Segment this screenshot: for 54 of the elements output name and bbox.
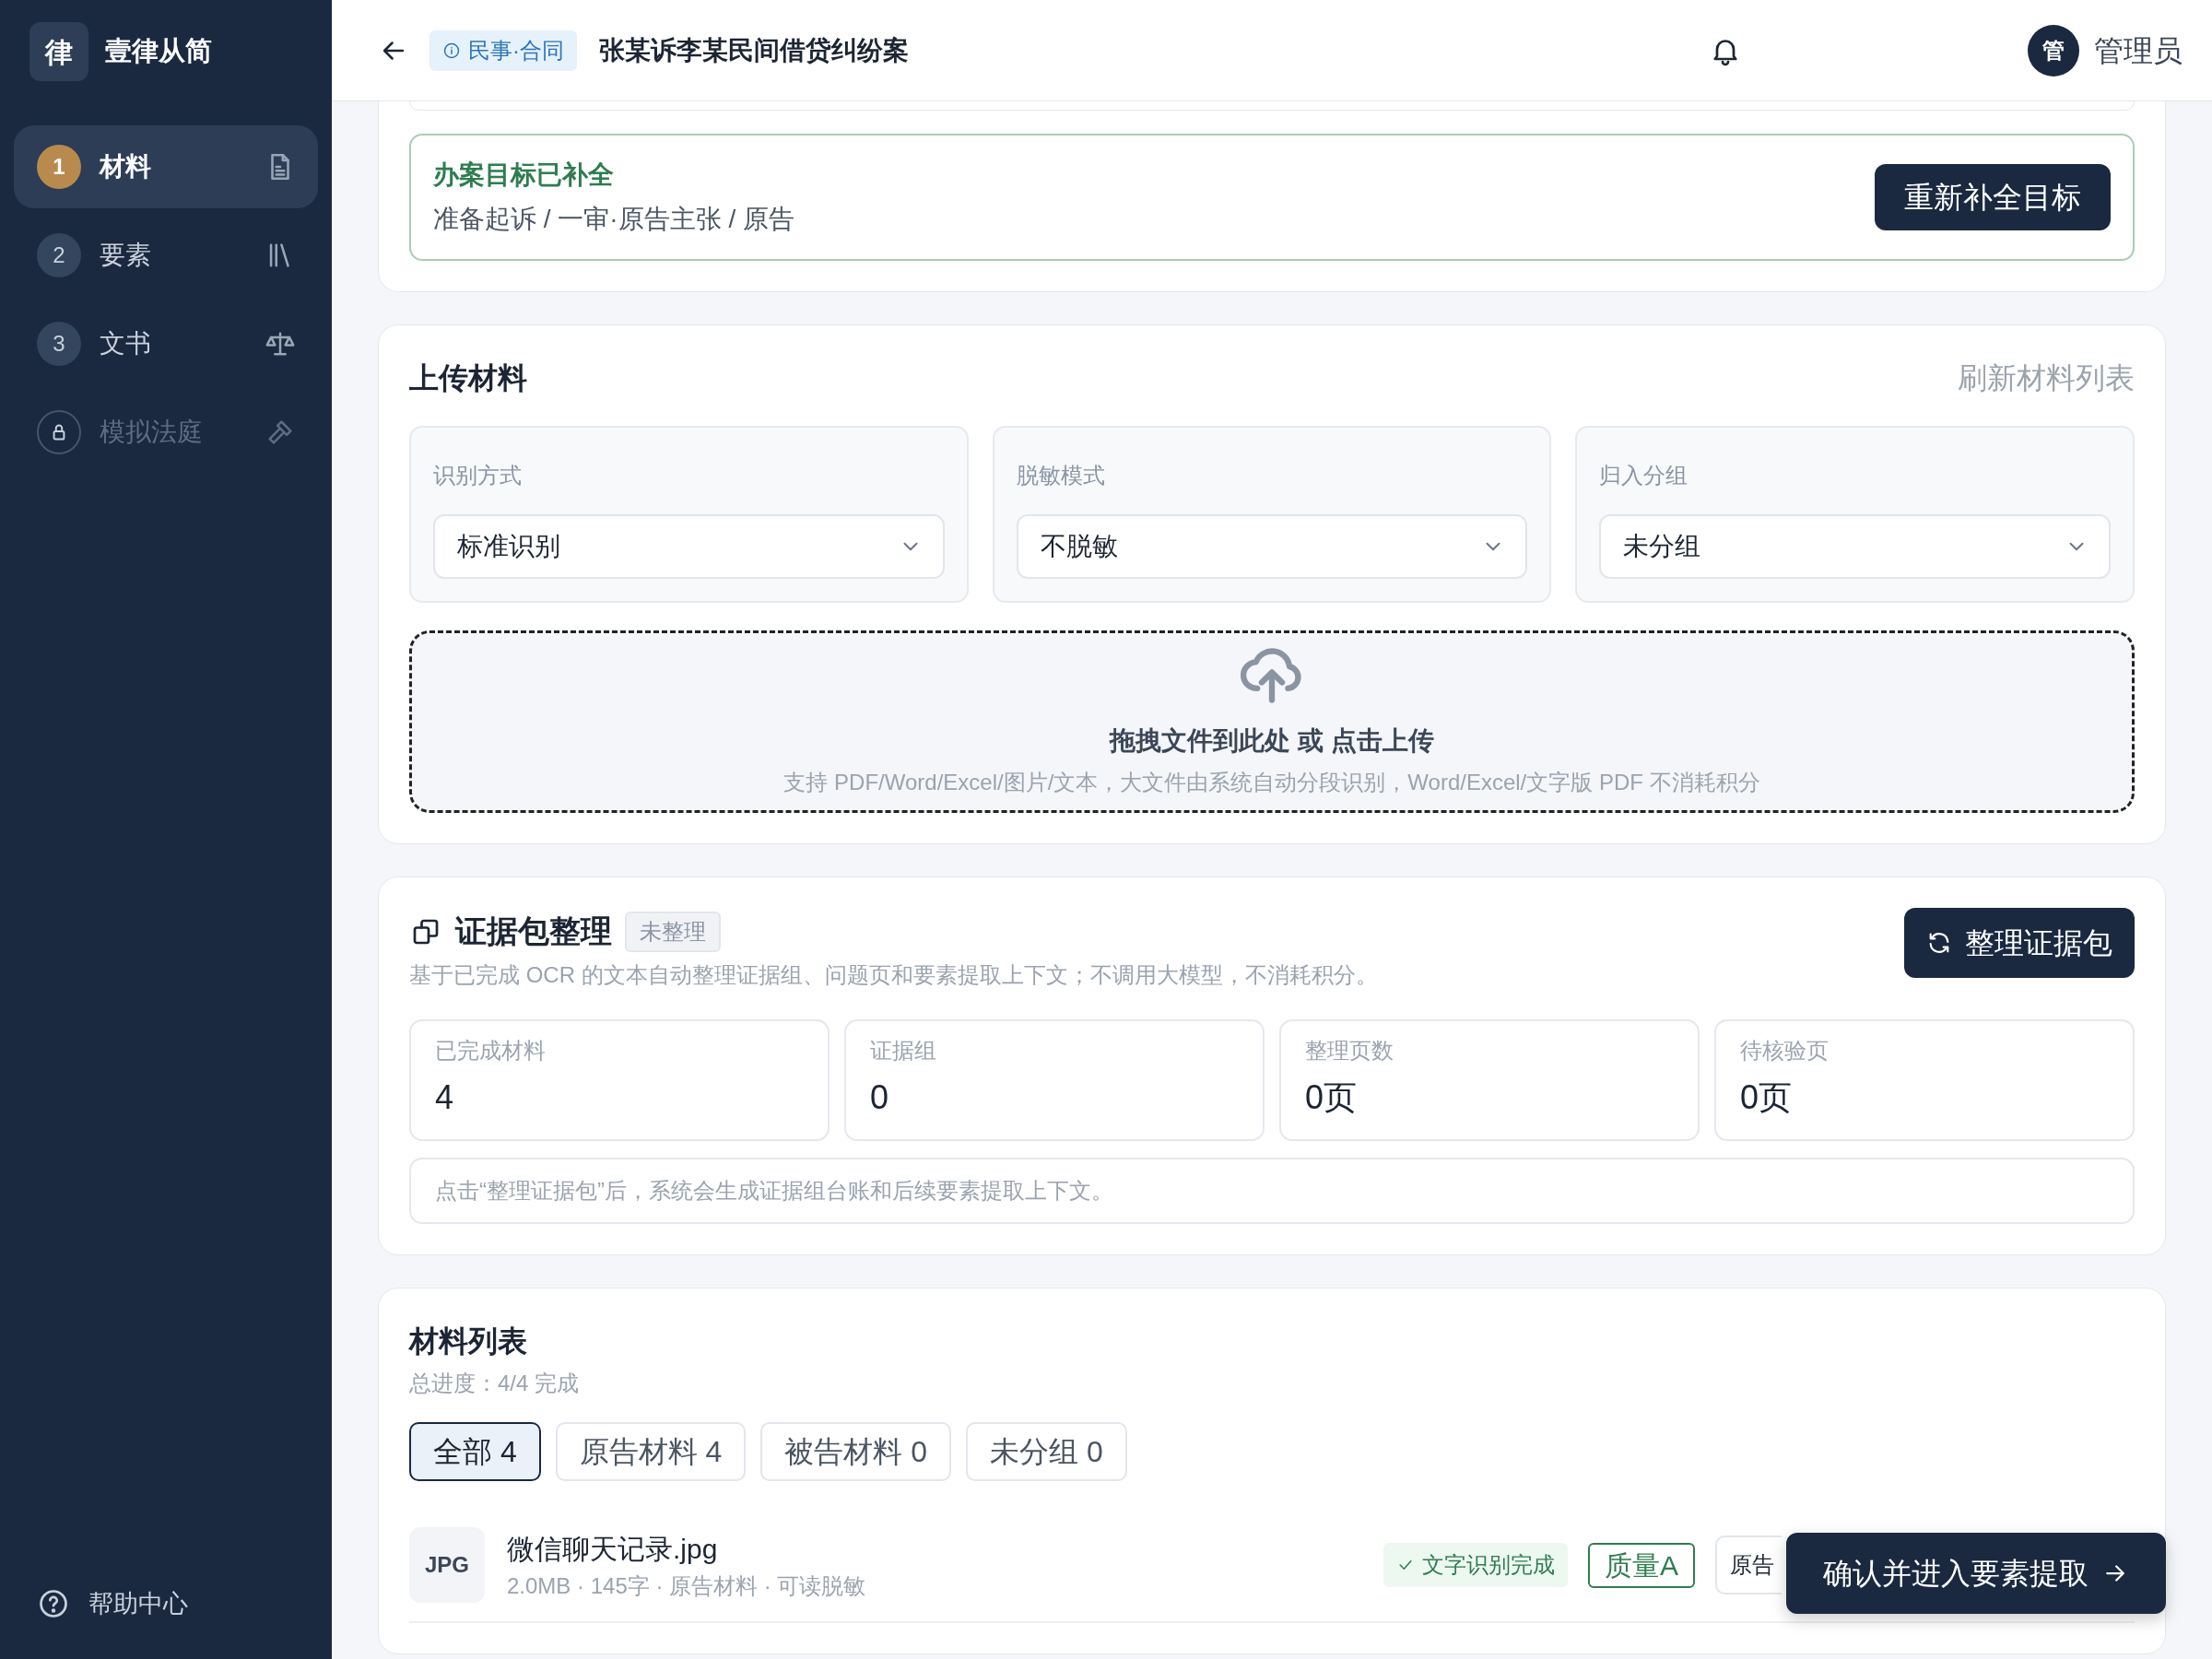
brand-name: 壹律从简 <box>105 35 212 68</box>
sidebar-item[interactable]: 2 要素 <box>14 214 318 297</box>
progress-text: 总进度：4/4 完成 <box>409 1370 581 1397</box>
step-number: 1 <box>37 145 81 189</box>
upload-dropzone[interactable]: 拖拽文件到此处 或 点击上传 支持 PDF/Word/Excel/图片/文本，大文件由系统自动分段识别，Word/Excel/文字版 PDF 不消耗积分 <box>409 630 2135 813</box>
select-label: 识别方式 <box>433 462 523 489</box>
section-description: 基于已完成 OCR 的文本自动整理证据组、问题页和要素提取上下文；不调用大模型，不消耗积分。 <box>409 961 1378 989</box>
stat-value: 0页 <box>1305 1077 1359 1118</box>
status-badge: 文字识别完成 <box>1383 1543 1568 1587</box>
stat-value: 4 <box>435 1077 455 1118</box>
select-field[interactable]: 未分组 <box>1599 514 2111 579</box>
status-tag: 未整理 <box>625 911 721 952</box>
help-link[interactable]: 帮助中心 <box>88 1584 188 1622</box>
dropzone-title: 拖拽文件到此处 或 点击上传 <box>1110 725 1434 757</box>
goal-title: 办案目标已补全 <box>433 159 615 191</box>
case-type-tag: 民事·合同 <box>429 29 577 71</box>
select-label: 脱敏模式 <box>1016 462 1106 489</box>
info-icon <box>442 41 461 60</box>
file-type-icon: JPG <box>409 1527 485 1603</box>
step-number: 2 <box>37 233 81 277</box>
section-title: 上传材料 <box>409 360 527 396</box>
goal-path: 准备起诉 / 一审·原告主张 / 原告 <box>433 204 795 235</box>
confirm-button[interactable]: 确认并进入要素提取 <box>1786 1533 2166 1614</box>
filter-tab[interactable]: 全部 4 <box>409 1422 541 1481</box>
stat-label: 已完成材料 <box>435 1037 547 1065</box>
select-field[interactable]: 不脱敏 <box>1016 514 1528 579</box>
user-name[interactable]: 管理员 <box>2094 28 2183 73</box>
case-title: 张某诉李某民间借贷纠纷案 <box>599 34 909 66</box>
filter-tab[interactable]: 被告材料 0 <box>760 1422 952 1481</box>
sidebar-item[interactable]: 3 文书 <box>14 302 318 385</box>
sidebar-item[interactable]: 1 材料 <box>14 125 318 208</box>
organize-button[interactable]: 整理证据包 <box>1904 908 2135 978</box>
group-select[interactable]: 原告 <box>1715 1535 1782 1594</box>
stat-label: 待核验页 <box>1740 1037 1830 1065</box>
refill-goal-button[interactable]: 重新补全目标 <box>1875 164 2111 230</box>
file-meta: 2.0MB · 145字 · 原告材料 · 可读脱敏 <box>507 1571 867 1600</box>
file-name[interactable]: 微信聊天记录.jpg <box>507 1527 1383 1570</box>
step-number: 3 <box>37 322 81 366</box>
select-label: 归入分组 <box>1599 462 1689 489</box>
dropzone-hint: 支持 PDF/Word/Excel/图片/文本，大文件由系统自动分段识别，Word/Excel/文字版 PDF 不消耗积分 <box>783 769 1760 796</box>
info-note: 点击“整理证据包”后，系统会生成证据组台账和后续要素提取上下文。 <box>409 1158 2135 1224</box>
section-title: 材料列表 <box>409 1324 528 1359</box>
select-field[interactable]: 标准识别 <box>433 514 945 579</box>
filter-tab[interactable]: 原告材料 4 <box>555 1422 747 1481</box>
filter-tab[interactable]: 未分组 0 <box>966 1422 1127 1481</box>
stat-value: 0页 <box>1740 1077 1794 1118</box>
logo-mark: 律 <box>29 22 88 81</box>
stat-value: 0 <box>870 1077 890 1118</box>
stat-label: 证据组 <box>870 1037 937 1065</box>
stat-label: 整理页数 <box>1305 1037 1394 1065</box>
lock-icon <box>37 410 81 454</box>
quality-badge: 质量A <box>1588 1542 1695 1588</box>
user-avatar[interactable]: 管 <box>2028 24 2079 76</box>
section-title: 证据包整理 <box>455 912 612 950</box>
